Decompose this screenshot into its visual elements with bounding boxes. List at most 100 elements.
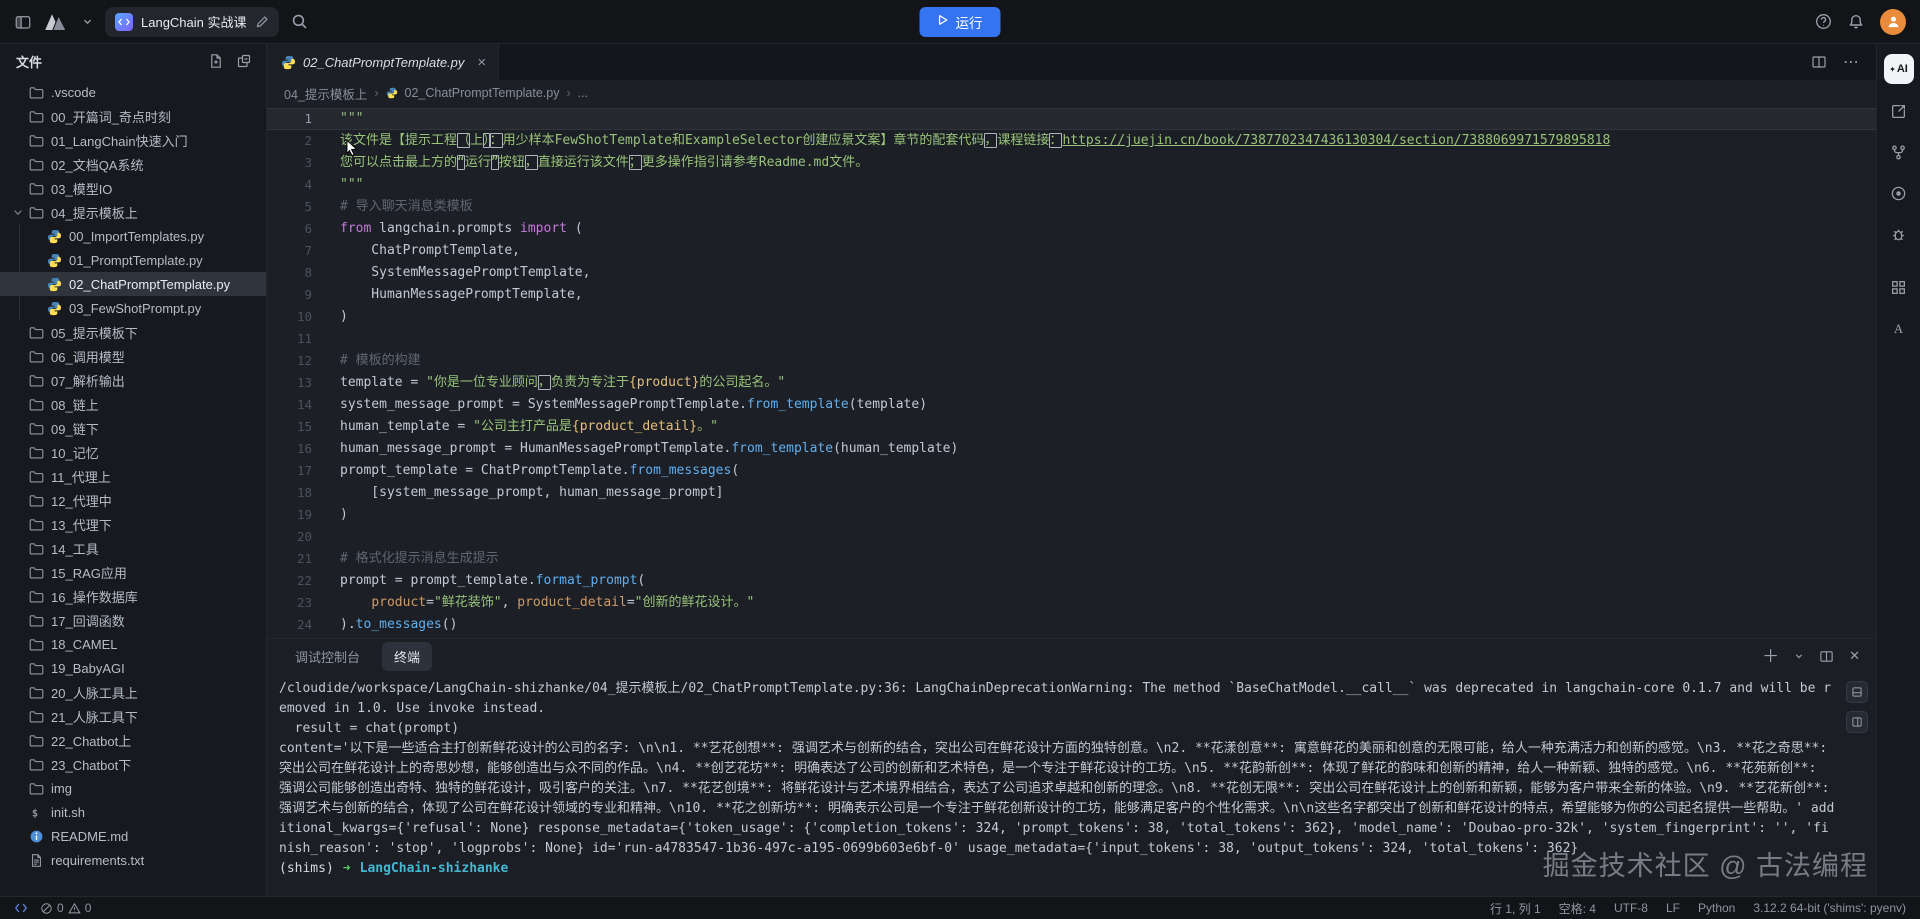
tab-terminal[interactable]: 终端 xyxy=(382,642,432,671)
code-line-5[interactable]: 5# 导入聊天消息类模板 xyxy=(267,196,1876,218)
code-line-15[interactable]: 15human_template = "公司主打产品是{product_deta… xyxy=(267,416,1876,438)
tree-file-07_解析输出[interactable]: 07_解析输出 xyxy=(0,368,266,392)
terminal[interactable]: /cloudide/workspace/LangChain-shizhanke/… xyxy=(267,673,1876,896)
code-line-9[interactable]: 9 HumanMessagePromptTemplate, xyxy=(267,284,1876,306)
apps-grid-icon[interactable] xyxy=(1890,279,1907,301)
tree-file-13_代理下[interactable]: 13_代理下 xyxy=(0,512,266,536)
code-line-24[interactable]: 24).to_messages() xyxy=(267,614,1876,636)
ai-assistant-button[interactable]: ✦AI xyxy=(1884,54,1914,84)
new-file-icon[interactable] xyxy=(208,53,224,69)
tree-file-03_模型IO[interactable]: 03_模型IO xyxy=(0,176,266,200)
encoding-setting[interactable]: UTF-8 xyxy=(1614,901,1648,915)
tree-file-init.sh[interactable]: $init.sh xyxy=(0,800,266,824)
tree-file-21_人脉工具下[interactable]: 21_人脉工具下 xyxy=(0,704,266,728)
tree-file-02_ChatPromptTemplate.py[interactable]: 02_ChatPromptTemplate.py xyxy=(0,272,266,296)
code-line-22[interactable]: 22prompt = prompt_template.format_prompt… xyxy=(267,570,1876,592)
tree-file-08_链上[interactable]: 08_链上 xyxy=(0,392,266,416)
code-line-1[interactable]: 1""" xyxy=(267,108,1876,130)
run-button[interactable]: 运行 xyxy=(920,7,1001,37)
code-line-13[interactable]: 13template = "你是一位专业顾问，负责为专注于{product}的公… xyxy=(267,372,1876,394)
cursor-position[interactable]: 行 1, 列 1 xyxy=(1490,900,1541,917)
code-line-8[interactable]: 8 SystemMessagePromptTemplate, xyxy=(267,262,1876,284)
split-editor-icon[interactable] xyxy=(1811,54,1827,70)
tree-file-00_开篇词_奇点时刻[interactable]: 00_开篇词_奇点时刻 xyxy=(0,104,266,128)
code-line-14[interactable]: 14system_message_prompt = SystemMessageP… xyxy=(267,394,1876,416)
help-icon[interactable] xyxy=(1815,13,1832,30)
tree-file-.vscode[interactable]: .vscode xyxy=(0,80,266,104)
tab-debug-console[interactable]: 调试控制台 xyxy=(283,642,372,671)
code-line-2[interactable]: 2该文件是【提示工程（上）：用少样本FewShotTemplate和Exampl… xyxy=(267,130,1876,152)
tree-file-09_链下[interactable]: 09_链下 xyxy=(0,416,266,440)
code-line-7[interactable]: 7 ChatPromptTemplate, xyxy=(267,240,1876,262)
tree-file-18_CAMEL[interactable]: 18_CAMEL xyxy=(0,632,266,656)
code-line-10[interactable]: 10) xyxy=(267,306,1876,328)
eol-setting[interactable]: LF xyxy=(1666,901,1680,915)
code-editor[interactable]: 1"""2该文件是【提示工程（上）：用少样本FewShotTemplate和Ex… xyxy=(267,106,1876,638)
code-line-11[interactable]: 11 xyxy=(267,328,1876,350)
breadcrumb-folder[interactable]: 04_提示模板上 xyxy=(284,84,367,103)
logo-chevron-down-icon[interactable] xyxy=(82,16,93,27)
tree-file-16_操作数据库[interactable]: 16_操作数据库 xyxy=(0,584,266,608)
tree-file-README.md[interactable]: README.md xyxy=(0,824,266,848)
tree-file-19_BabyAGI[interactable]: 19_BabyAGI xyxy=(0,656,266,680)
tree-file-15_RAG应用[interactable]: 15_RAG应用 xyxy=(0,560,266,584)
git-fork-icon[interactable] xyxy=(1890,144,1907,166)
tree-file-requirements.txt[interactable]: requirements.txt xyxy=(0,848,266,872)
editor-tab-02-chatprompttemplate[interactable]: 02_ChatPromptTemplate.py × xyxy=(267,44,499,80)
code-line-23[interactable]: 23 product="鲜花装饰", product_detail="创新的鲜花… xyxy=(267,592,1876,614)
breadcrumb-symbol[interactable]: ... xyxy=(578,86,588,100)
indentation-setting[interactable]: 空格: 4 xyxy=(1559,900,1596,917)
code-line-20[interactable]: 20 xyxy=(267,526,1876,548)
app-logo-icon[interactable] xyxy=(44,12,70,32)
chevron-down-icon[interactable] xyxy=(12,206,29,218)
tree-file-11_代理上[interactable]: 11_代理上 xyxy=(0,464,266,488)
search-icon[interactable] xyxy=(291,13,308,30)
tree-file-img[interactable]: img xyxy=(0,776,266,800)
terminal-dropdown-icon[interactable] xyxy=(1794,651,1804,661)
edit-workspace-icon[interactable] xyxy=(255,15,269,29)
close-panel-icon[interactable]: ✕ xyxy=(1849,648,1860,664)
tree-file-10_记忆[interactable]: 10_记忆 xyxy=(0,440,266,464)
code-line-3[interactable]: 3您可以点击最上方的“运行”按钮，直接运行该文件；更多操作指引请参考Readme… xyxy=(267,152,1876,174)
tree-file-20_人脉工具上[interactable]: 20_人脉工具上 xyxy=(0,680,266,704)
code-line-17[interactable]: 17prompt_template = ChatPromptTemplate.f… xyxy=(267,460,1876,482)
code-line-16[interactable]: 16human_message_prompt = HumanMessagePro… xyxy=(267,438,1876,460)
tree-file-23_Chatbot下[interactable]: 23_Chatbot下 xyxy=(0,752,266,776)
collapse-folders-icon[interactable] xyxy=(236,53,252,69)
code-line-18[interactable]: 18 [system_message_prompt, human_message… xyxy=(267,482,1876,504)
tree-file-02_文档QA系统[interactable]: 02_文档QA系统 xyxy=(0,152,266,176)
debug-icon[interactable] xyxy=(1890,226,1907,248)
more-actions-icon[interactable]: ⋯ xyxy=(1843,52,1860,72)
code-line-4[interactable]: 4""" xyxy=(267,174,1876,196)
toggle-sidebar-icon[interactable] xyxy=(14,13,32,31)
code-line-21[interactable]: 21# 格式化提示消息生成提示 xyxy=(267,548,1876,570)
code-line-12[interactable]: 12# 模板的构建 xyxy=(267,350,1876,372)
workspace-switcher[interactable]: LangChain 实战课 xyxy=(105,7,279,37)
user-avatar[interactable] xyxy=(1880,9,1906,35)
python-interpreter[interactable]: 3.12.2 64-bit ('shims': pyenv) xyxy=(1753,901,1906,915)
code-line-19[interactable]: 19) xyxy=(267,504,1876,526)
remote-indicator-icon[interactable] xyxy=(14,901,28,915)
font-icon[interactable]: A xyxy=(1890,320,1907,342)
tree-file-14_工具[interactable]: 14_工具 xyxy=(0,536,266,560)
tree-file-06_调用模型[interactable]: 06_调用模型 xyxy=(0,344,266,368)
tree-file-01_LangChain快速入门[interactable]: 01_LangChain快速入门 xyxy=(0,128,266,152)
language-mode[interactable]: Python xyxy=(1698,901,1735,915)
breadcrumb-file[interactable]: 02_ChatPromptTemplate.py xyxy=(405,86,560,100)
problems-indicator[interactable]: 0 0 xyxy=(40,901,91,915)
code-line-6[interactable]: 6from langchain.prompts import ( xyxy=(267,218,1876,240)
publish-icon[interactable] xyxy=(1890,103,1907,125)
terminal-action-icon-1[interactable] xyxy=(1846,681,1868,703)
tree-file-22_Chatbot上[interactable]: 22_Chatbot上 xyxy=(0,728,266,752)
record-icon[interactable] xyxy=(1890,185,1907,207)
tree-file-17_回调函数[interactable]: 17_回调函数 xyxy=(0,608,266,632)
tree-file-05_提示模板下[interactable]: 05_提示模板下 xyxy=(0,320,266,344)
notifications-bell-icon[interactable] xyxy=(1848,13,1864,30)
tree-file-01_PromptTemplate.py[interactable]: 01_PromptTemplate.py xyxy=(0,248,266,272)
tree-file-03_FewShotPrompt.py[interactable]: 03_FewShotPrompt.py xyxy=(0,296,266,320)
tree-file-12_代理中[interactable]: 12_代理中 xyxy=(0,488,266,512)
tree-folder-04_提示模板上[interactable]: 04_提示模板上 xyxy=(0,200,266,224)
terminal-action-icon-2[interactable] xyxy=(1846,711,1868,733)
tab-close-icon[interactable]: × xyxy=(477,55,486,70)
split-panel-icon[interactable] xyxy=(1819,649,1834,664)
